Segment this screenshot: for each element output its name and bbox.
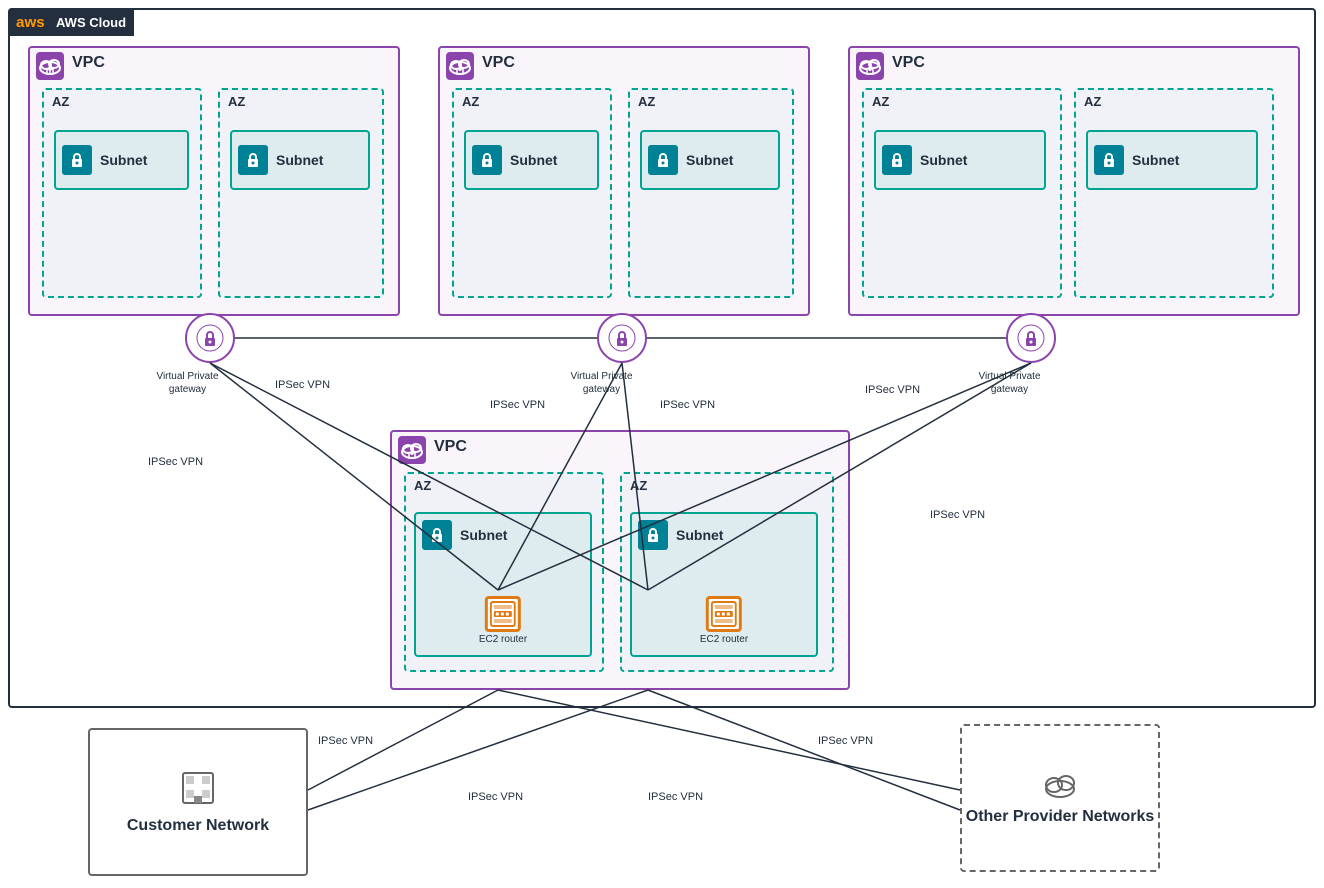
vpg1-label: Virtual Privategateway (140, 370, 235, 396)
subnet-lock-icon5 (882, 145, 912, 175)
vpc4-az1-subnet: Subnet EC2 (414, 512, 592, 657)
cloud-icon (1042, 769, 1078, 799)
vpc3-label: VPC (892, 54, 925, 72)
vpc1-az1: AZ Subnet (42, 88, 202, 298)
customer-network: Customer Network (88, 728, 308, 876)
svg-text:aws: aws (16, 14, 45, 31)
other-networks-label: Other Provider Networks (966, 807, 1155, 828)
vpc2-az1: AZ Subnet (452, 88, 612, 298)
vpg3-label: Virtual Privategateway (962, 370, 1057, 396)
vpc3-az1-subnet: Subnet (874, 130, 1046, 190)
vpc4-cloud-icon (398, 436, 426, 464)
vpc1-az2: AZ Subnet (218, 88, 384, 298)
ec2-router2-icon (706, 596, 742, 632)
svg-text:IPSec VPN: IPSec VPN (468, 791, 523, 803)
vpc1-cloud-icon (36, 52, 64, 80)
vpc1-az2-subnet-label: Subnet (276, 152, 323, 168)
aws-header: aws AWS Cloud (8, 8, 134, 36)
subnet-lock-icon4 (648, 145, 678, 175)
vpc1-label: VPC (72, 54, 105, 72)
vpc2-az1-label: AZ (462, 94, 479, 109)
vpc4-az2-label: AZ (630, 478, 647, 493)
vpc4-az2-subnet: Subnet EC2 (630, 512, 818, 657)
subnet-lock-icon2 (238, 145, 268, 175)
vpc2-az1-subnet-label: Subnet (510, 152, 557, 168)
vpc3-az2-subnet-label: Subnet (1132, 152, 1179, 168)
vpc3-az1-label: AZ (872, 94, 889, 109)
vpc4-label: VPC (434, 438, 467, 456)
vpc2-cloud-icon (446, 52, 474, 80)
vpg1-circle (185, 313, 235, 363)
vpc1-az1-subnet: Subnet (54, 130, 189, 190)
vpc3-az2: AZ Subnet (1074, 88, 1274, 298)
vpc1-az2-label: AZ (228, 94, 245, 109)
vpc4-az2: AZ Subnet (620, 472, 834, 672)
subnet-lock-icon7 (422, 520, 452, 550)
vpc4-az1-subnet-label: Subnet (460, 527, 507, 543)
svg-text:IPSec VPN: IPSec VPN (818, 735, 873, 747)
aws-cloud-title: AWS Cloud (56, 15, 126, 30)
vpg3-circle (1006, 313, 1056, 363)
vpc3-az1: AZ Subnet (862, 88, 1062, 298)
building-icon (178, 768, 218, 808)
vpc3-cloud-icon (856, 52, 884, 80)
customer-network-label: Customer Network (127, 816, 269, 837)
vpc3-az2-subnet: Subnet (1086, 130, 1258, 190)
vpc-1: VPC AZ Subnet AZ (28, 46, 400, 316)
subnet-lock-icon6 (1094, 145, 1124, 175)
vpc2-az2-subnet: Subnet (640, 130, 780, 190)
other-provider-networks: Other Provider Networks (960, 724, 1160, 872)
vpc1-az2-subnet: Subnet (230, 130, 370, 190)
vpc3-az1-subnet-label: Subnet (920, 152, 967, 168)
subnet-lock-icon (62, 145, 92, 175)
subnet-lock-icon8 (638, 520, 668, 550)
vpc1-az1-subnet-label: Subnet (100, 152, 147, 168)
vpc-2: VPC AZ Subnet AZ (438, 46, 810, 316)
ec2-router2-label: EC2 router (700, 634, 748, 645)
vpc2-az1-subnet: Subnet (464, 130, 599, 190)
vpc3-az2-label: AZ (1084, 94, 1101, 109)
vpg2-label: Virtual Privategateway (554, 370, 649, 396)
vpc4-az2-subnet-label: Subnet (676, 527, 723, 543)
subnet-lock-icon3 (472, 145, 502, 175)
aws-logo-icon: aws (16, 12, 48, 32)
vpc-4: VPC AZ Subnet (390, 430, 850, 690)
ec2-router1-icon (485, 596, 521, 632)
vpc2-az2-subnet-label: Subnet (686, 152, 733, 168)
svg-text:IPSec VPN: IPSec VPN (318, 735, 373, 747)
svg-text:IPSec VPN: IPSec VPN (648, 791, 703, 803)
vpg2-circle (597, 313, 647, 363)
vpc4-az1: AZ Subnet (404, 472, 604, 672)
vpc2-label: VPC (482, 54, 515, 72)
vpc-3: VPC AZ Subnet AZ (848, 46, 1300, 316)
vpc1-az1-label: AZ (52, 94, 69, 109)
main-container: aws AWS Cloud VPC AZ (0, 0, 1324, 888)
vpc2-az2-label: AZ (638, 94, 655, 109)
vpc2-az2: AZ Subnet (628, 88, 794, 298)
vpc4-az1-label: AZ (414, 478, 431, 493)
ec2-router1-label: EC2 router (479, 634, 527, 645)
